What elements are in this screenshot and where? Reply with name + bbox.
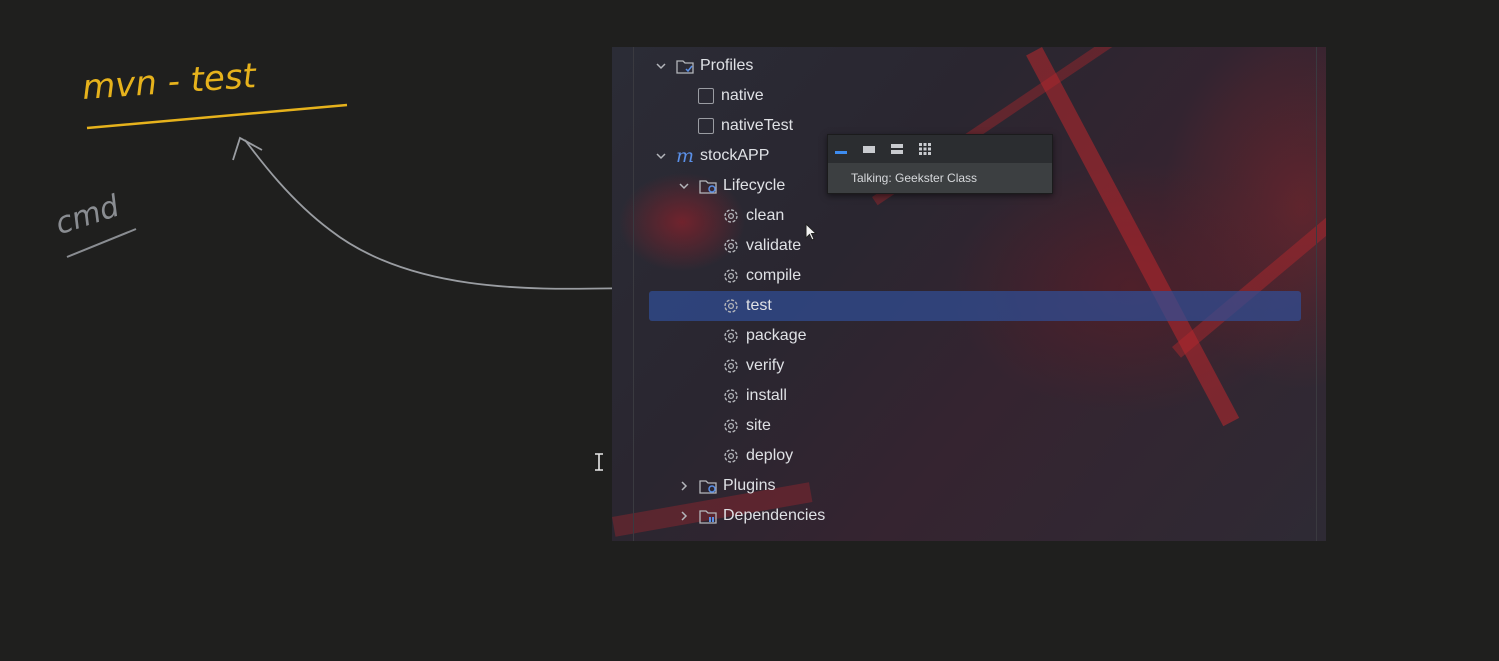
gear-icon bbox=[722, 207, 740, 225]
text-cursor-icon bbox=[595, 453, 603, 471]
goal-label: package bbox=[746, 327, 807, 344]
gear-icon bbox=[722, 447, 740, 465]
mouse-pointer-icon bbox=[805, 223, 818, 241]
panel-border bbox=[1316, 47, 1317, 541]
dependencies-label: Dependencies bbox=[723, 507, 826, 524]
lifecycle-goal-clean[interactable]: clean bbox=[722, 201, 784, 231]
lifecycle-goal-site[interactable]: site bbox=[722, 411, 771, 441]
chevron-right-icon[interactable] bbox=[677, 509, 691, 523]
gallery-view-icon[interactable] bbox=[918, 142, 932, 156]
goal-label: install bbox=[746, 387, 787, 404]
gear-icon bbox=[722, 327, 740, 345]
gear-icon bbox=[722, 267, 740, 285]
chevron-down-icon[interactable] bbox=[654, 59, 668, 73]
gear-icon bbox=[722, 417, 740, 435]
gear-icon bbox=[722, 387, 740, 405]
maven-tool-window: Profiles native nativeTest m stockAPP Li… bbox=[612, 47, 1326, 541]
chevron-down-icon[interactable] bbox=[654, 149, 668, 163]
lifecycle-goal-test[interactable]: test bbox=[722, 291, 772, 321]
goal-label: site bbox=[746, 417, 771, 434]
profile-label: nativeTest bbox=[721, 117, 794, 134]
maven-project-icon: m bbox=[676, 145, 695, 167]
lifecycle-goal-package[interactable]: package bbox=[722, 321, 807, 351]
gear-icon bbox=[722, 357, 740, 375]
goal-label: verify bbox=[746, 357, 785, 374]
lifecycle-folder-icon bbox=[699, 177, 717, 195]
profiles-label: Profiles bbox=[700, 57, 754, 74]
goal-label: test bbox=[746, 297, 772, 314]
background-art bbox=[1026, 47, 1240, 427]
lifecycle-label: Lifecycle bbox=[723, 177, 786, 194]
speaker-view-icon[interactable] bbox=[862, 142, 876, 156]
talking-caption: Talking: Geekster Class bbox=[828, 163, 1052, 193]
dependencies-folder-icon bbox=[699, 507, 717, 525]
tree-gutter-line bbox=[633, 47, 634, 541]
tree-node-lifecycle[interactable]: Lifecycle bbox=[677, 171, 785, 201]
chevron-right-icon[interactable] bbox=[677, 479, 691, 493]
chevron-down-icon[interactable] bbox=[677, 179, 691, 193]
profile-item-native[interactable]: native bbox=[698, 81, 764, 111]
title-underline bbox=[86, 103, 348, 130]
arrow-curve bbox=[244, 139, 646, 290]
lifecycle-goal-install[interactable]: install bbox=[722, 381, 787, 411]
lifecycle-goal-verify[interactable]: verify bbox=[722, 351, 784, 381]
gear-icon bbox=[722, 297, 740, 315]
profiles-folder-icon bbox=[676, 57, 694, 75]
tree-node-plugins[interactable]: Plugins bbox=[677, 471, 775, 501]
profile-checkbox[interactable] bbox=[698, 118, 714, 134]
lifecycle-goal-validate[interactable]: validate bbox=[722, 231, 801, 261]
plugins-label: Plugins bbox=[723, 477, 776, 494]
minimize-view-icon[interactable] bbox=[834, 142, 848, 156]
tree-node-project[interactable]: m stockAPP bbox=[654, 141, 769, 171]
stacked-view-icon[interactable] bbox=[890, 142, 904, 156]
goal-label: deploy bbox=[746, 447, 794, 464]
lifecycle-goal-compile[interactable]: compile bbox=[722, 261, 801, 291]
project-label: stockAPP bbox=[700, 147, 770, 164]
screen-share-popup: Talking: Geekster Class bbox=[827, 134, 1053, 194]
goal-label: compile bbox=[746, 267, 802, 284]
goal-label: clean bbox=[746, 207, 785, 224]
tree-node-dependencies[interactable]: Dependencies bbox=[677, 501, 825, 531]
goal-label: validate bbox=[746, 237, 802, 254]
background-art bbox=[1172, 179, 1326, 358]
profile-label: native bbox=[721, 87, 764, 104]
view-mode-toolbar bbox=[828, 135, 1052, 162]
lifecycle-goal-deploy[interactable]: deploy bbox=[722, 441, 793, 471]
tree-node-profiles[interactable]: Profiles bbox=[654, 51, 753, 81]
plugins-folder-icon bbox=[699, 477, 717, 495]
profile-item-nativetest[interactable]: nativeTest bbox=[698, 111, 793, 141]
gear-icon bbox=[722, 237, 740, 255]
profile-checkbox[interactable] bbox=[698, 88, 714, 104]
